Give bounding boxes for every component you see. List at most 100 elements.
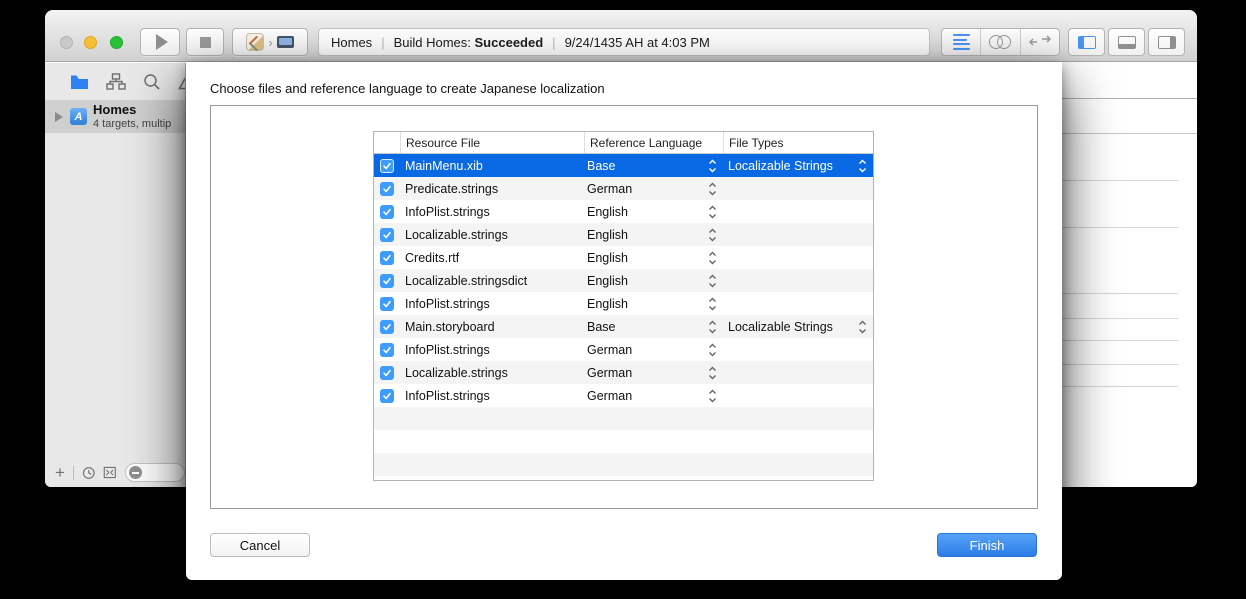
- file-type-popup[interactable]: [723, 338, 873, 361]
- run-button[interactable]: [140, 28, 180, 56]
- add-icon[interactable]: +: [55, 463, 65, 483]
- version-editor-button[interactable]: [1020, 29, 1059, 55]
- table-row[interactable]: Localizable.strings German: [374, 361, 873, 384]
- reference-language-popup[interactable]: Base: [584, 315, 723, 338]
- flatten-box-icon[interactable]: [103, 465, 117, 480]
- popup-stepper-icon[interactable]: [858, 319, 867, 334]
- reference-language-popup[interactable]: English: [584, 200, 723, 223]
- file-type-popup[interactable]: [723, 292, 873, 315]
- reference-language-popup[interactable]: German: [584, 338, 723, 361]
- popup-stepper-icon[interactable]: [708, 365, 717, 380]
- row-checkbox[interactable]: [380, 366, 394, 380]
- table-row[interactable]: InfoPlist.strings English: [374, 292, 873, 315]
- reference-language-popup[interactable]: Base: [584, 154, 723, 177]
- sidebar-item-homes-project[interactable]: A Homes 4 targets, multip: [45, 100, 185, 133]
- column-header-file-types[interactable]: File Types: [723, 132, 873, 153]
- file-type-popup[interactable]: [723, 223, 873, 246]
- issue-navigator-icon[interactable]: [178, 73, 186, 90]
- column-header-reference-language[interactable]: Reference Language: [584, 132, 723, 153]
- search-navigator-icon[interactable]: [143, 73, 161, 91]
- finish-button[interactable]: Finish: [937, 533, 1037, 557]
- popup-stepper-icon[interactable]: [708, 204, 717, 219]
- reference-language-popup[interactable]: English: [584, 269, 723, 292]
- file-type-popup[interactable]: [723, 361, 873, 384]
- navigator-tab-bar: [45, 63, 185, 100]
- scheme-selector[interactable]: ›: [232, 28, 308, 56]
- zoom-window-icon[interactable]: [110, 36, 123, 49]
- project-navigator-icon[interactable]: [70, 74, 89, 90]
- table-row[interactable]: InfoPlist.strings German: [374, 384, 873, 407]
- check-icon: [382, 184, 392, 194]
- table-row[interactable]: Credits.rtf English: [374, 246, 873, 269]
- close-window-icon[interactable]: [60, 36, 73, 49]
- row-checkbox[interactable]: [380, 274, 394, 288]
- table-row[interactable]: Predicate.strings German: [374, 177, 873, 200]
- file-type-popup[interactable]: Localizable Strings: [723, 315, 873, 338]
- reference-language-value: German: [587, 366, 632, 380]
- standard-editor-button[interactable]: [942, 29, 980, 55]
- popup-stepper-icon[interactable]: [708, 181, 717, 196]
- toggle-debug-area-button[interactable]: [1108, 28, 1145, 56]
- popup-stepper-icon[interactable]: [708, 250, 717, 265]
- checkbox-column-header: [374, 132, 400, 153]
- symbol-navigator-icon[interactable]: [106, 73, 126, 90]
- inspector-panel-icon: [1158, 36, 1176, 49]
- popup-stepper-icon[interactable]: [708, 342, 717, 357]
- resource-file-label: Localizable.strings: [400, 223, 584, 246]
- reference-language-popup[interactable]: English: [584, 292, 723, 315]
- row-checkbox[interactable]: [380, 343, 394, 357]
- disclosure-triangle-icon[interactable]: [55, 112, 63, 122]
- toggle-navigator-button[interactable]: [1068, 28, 1105, 56]
- row-checkbox[interactable]: [380, 297, 394, 311]
- assistant-editor-button[interactable]: [980, 29, 1019, 55]
- row-checkbox[interactable]: [380, 159, 394, 173]
- navigator-filter-bar: +: [45, 458, 185, 487]
- row-checkbox[interactable]: [380, 251, 394, 265]
- reference-language-popup[interactable]: English: [584, 246, 723, 269]
- row-checkbox[interactable]: [380, 389, 394, 403]
- file-type-popup[interactable]: [723, 200, 873, 223]
- empty-row: [374, 430, 873, 453]
- popup-stepper-icon[interactable]: [858, 158, 867, 173]
- dialog-title: Choose files and reference language to c…: [210, 81, 605, 96]
- filter-input[interactable]: [125, 463, 185, 482]
- reference-language-popup[interactable]: German: [584, 177, 723, 200]
- reference-language-popup[interactable]: German: [584, 361, 723, 384]
- table-row[interactable]: MainMenu.xib Base Localizable Strings: [374, 154, 873, 177]
- navigator-sidebar: A Homes 4 targets, multip +: [45, 63, 186, 487]
- popup-stepper-icon[interactable]: [708, 273, 717, 288]
- table-row[interactable]: Localizable.strings English: [374, 223, 873, 246]
- table-row[interactable]: Main.storyboard Base Localizable Strings: [374, 315, 873, 338]
- resource-file-label: Localizable.strings: [400, 361, 584, 384]
- popup-stepper-icon[interactable]: [708, 388, 717, 403]
- reference-language-popup[interactable]: German: [584, 384, 723, 407]
- toggle-inspectors-button[interactable]: [1148, 28, 1185, 56]
- row-checkbox[interactable]: [380, 228, 394, 242]
- minimize-window-icon[interactable]: [84, 36, 97, 49]
- popup-stepper-icon[interactable]: [708, 319, 717, 334]
- recent-files-clock-icon[interactable]: [82, 465, 96, 481]
- stop-button[interactable]: [186, 28, 224, 56]
- reference-language-popup[interactable]: English: [584, 223, 723, 246]
- file-type-popup[interactable]: [723, 269, 873, 292]
- row-checkbox[interactable]: [380, 182, 394, 196]
- popup-stepper-icon[interactable]: [708, 227, 717, 242]
- table-row[interactable]: InfoPlist.strings German: [374, 338, 873, 361]
- table-row[interactable]: InfoPlist.strings English: [374, 200, 873, 223]
- file-type-popup[interactable]: [723, 246, 873, 269]
- row-checkbox[interactable]: [380, 205, 394, 219]
- check-icon: [382, 368, 392, 378]
- empty-row: [374, 453, 873, 476]
- file-type-popup[interactable]: [723, 177, 873, 200]
- row-checkbox[interactable]: [380, 320, 394, 334]
- popup-stepper-icon[interactable]: [708, 158, 717, 173]
- column-header-resource-file[interactable]: Resource File: [400, 132, 584, 153]
- file-type-popup[interactable]: [723, 384, 873, 407]
- file-type-popup[interactable]: Localizable Strings: [723, 154, 873, 177]
- cancel-button[interactable]: Cancel: [210, 533, 310, 557]
- status-build-result: Succeeded: [475, 35, 544, 50]
- popup-stepper-icon[interactable]: [708, 296, 717, 311]
- check-icon: [382, 391, 392, 401]
- table-body: MainMenu.xib Base Localizable Strings: [374, 154, 873, 481]
- table-row[interactable]: Localizable.stringsdict English: [374, 269, 873, 292]
